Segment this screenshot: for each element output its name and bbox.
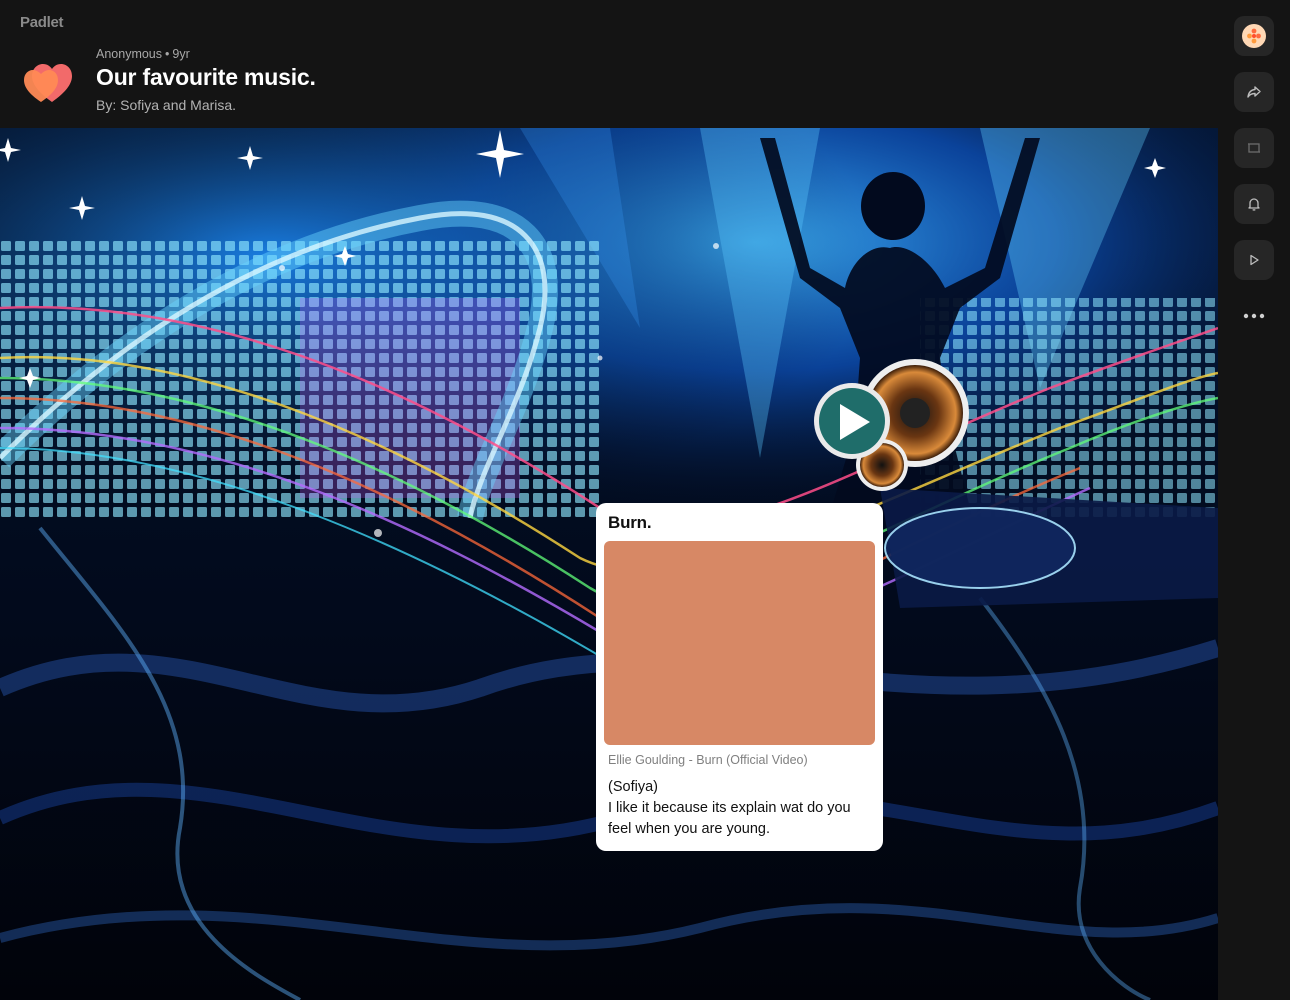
share-button[interactable] (1234, 72, 1274, 112)
video-thumbnail[interactable] (604, 541, 875, 745)
padlet-logo[interactable]: Padlet (20, 14, 64, 31)
share-arrow-icon (1247, 86, 1261, 98)
board-meta: Anonymous • 9yr (96, 47, 190, 61)
right-toolbar (1218, 0, 1290, 1000)
meta-separator: • (165, 47, 170, 61)
post-body-line: I like it because its explain wat do you… (608, 800, 851, 837)
hearts-icon (24, 64, 72, 102)
attachment-caption[interactable]: Ellie Goulding - Burn (Official Video) (608, 753, 808, 767)
frame-icon (1248, 143, 1260, 153)
post-card[interactable]: Burn. Ellie Goulding - Burn (Official Vi… (596, 503, 883, 851)
author-name: Anonymous (96, 47, 163, 61)
play-icon (1250, 254, 1259, 266)
post-body-line: (Sofiya) (608, 779, 658, 795)
bell-icon (1248, 198, 1260, 211)
remake-button[interactable] (1234, 128, 1274, 168)
padlet-board: Padlet Anonymous • 9yr Our favourite music… (0, 0, 1290, 1000)
board-header: Padlet Anonymous • 9yr Our favourite music… (0, 0, 1218, 128)
avatar-button[interactable] (1234, 16, 1274, 56)
notifications-button[interactable] (1234, 184, 1274, 224)
more-button[interactable] (1234, 296, 1274, 336)
page-title: Our favourite music. (96, 64, 316, 90)
post-body: (Sofiya) I like it because its explain w… (608, 777, 873, 840)
slideshow-button[interactable] (1234, 240, 1274, 280)
post-title: Burn. (608, 513, 652, 532)
post-age: 9yr (172, 47, 190, 61)
padlet-avatar-icon (1242, 24, 1266, 48)
more-horizontal-icon (1243, 313, 1265, 319)
board-description: By: Sofiya and Marisa. (96, 97, 237, 113)
